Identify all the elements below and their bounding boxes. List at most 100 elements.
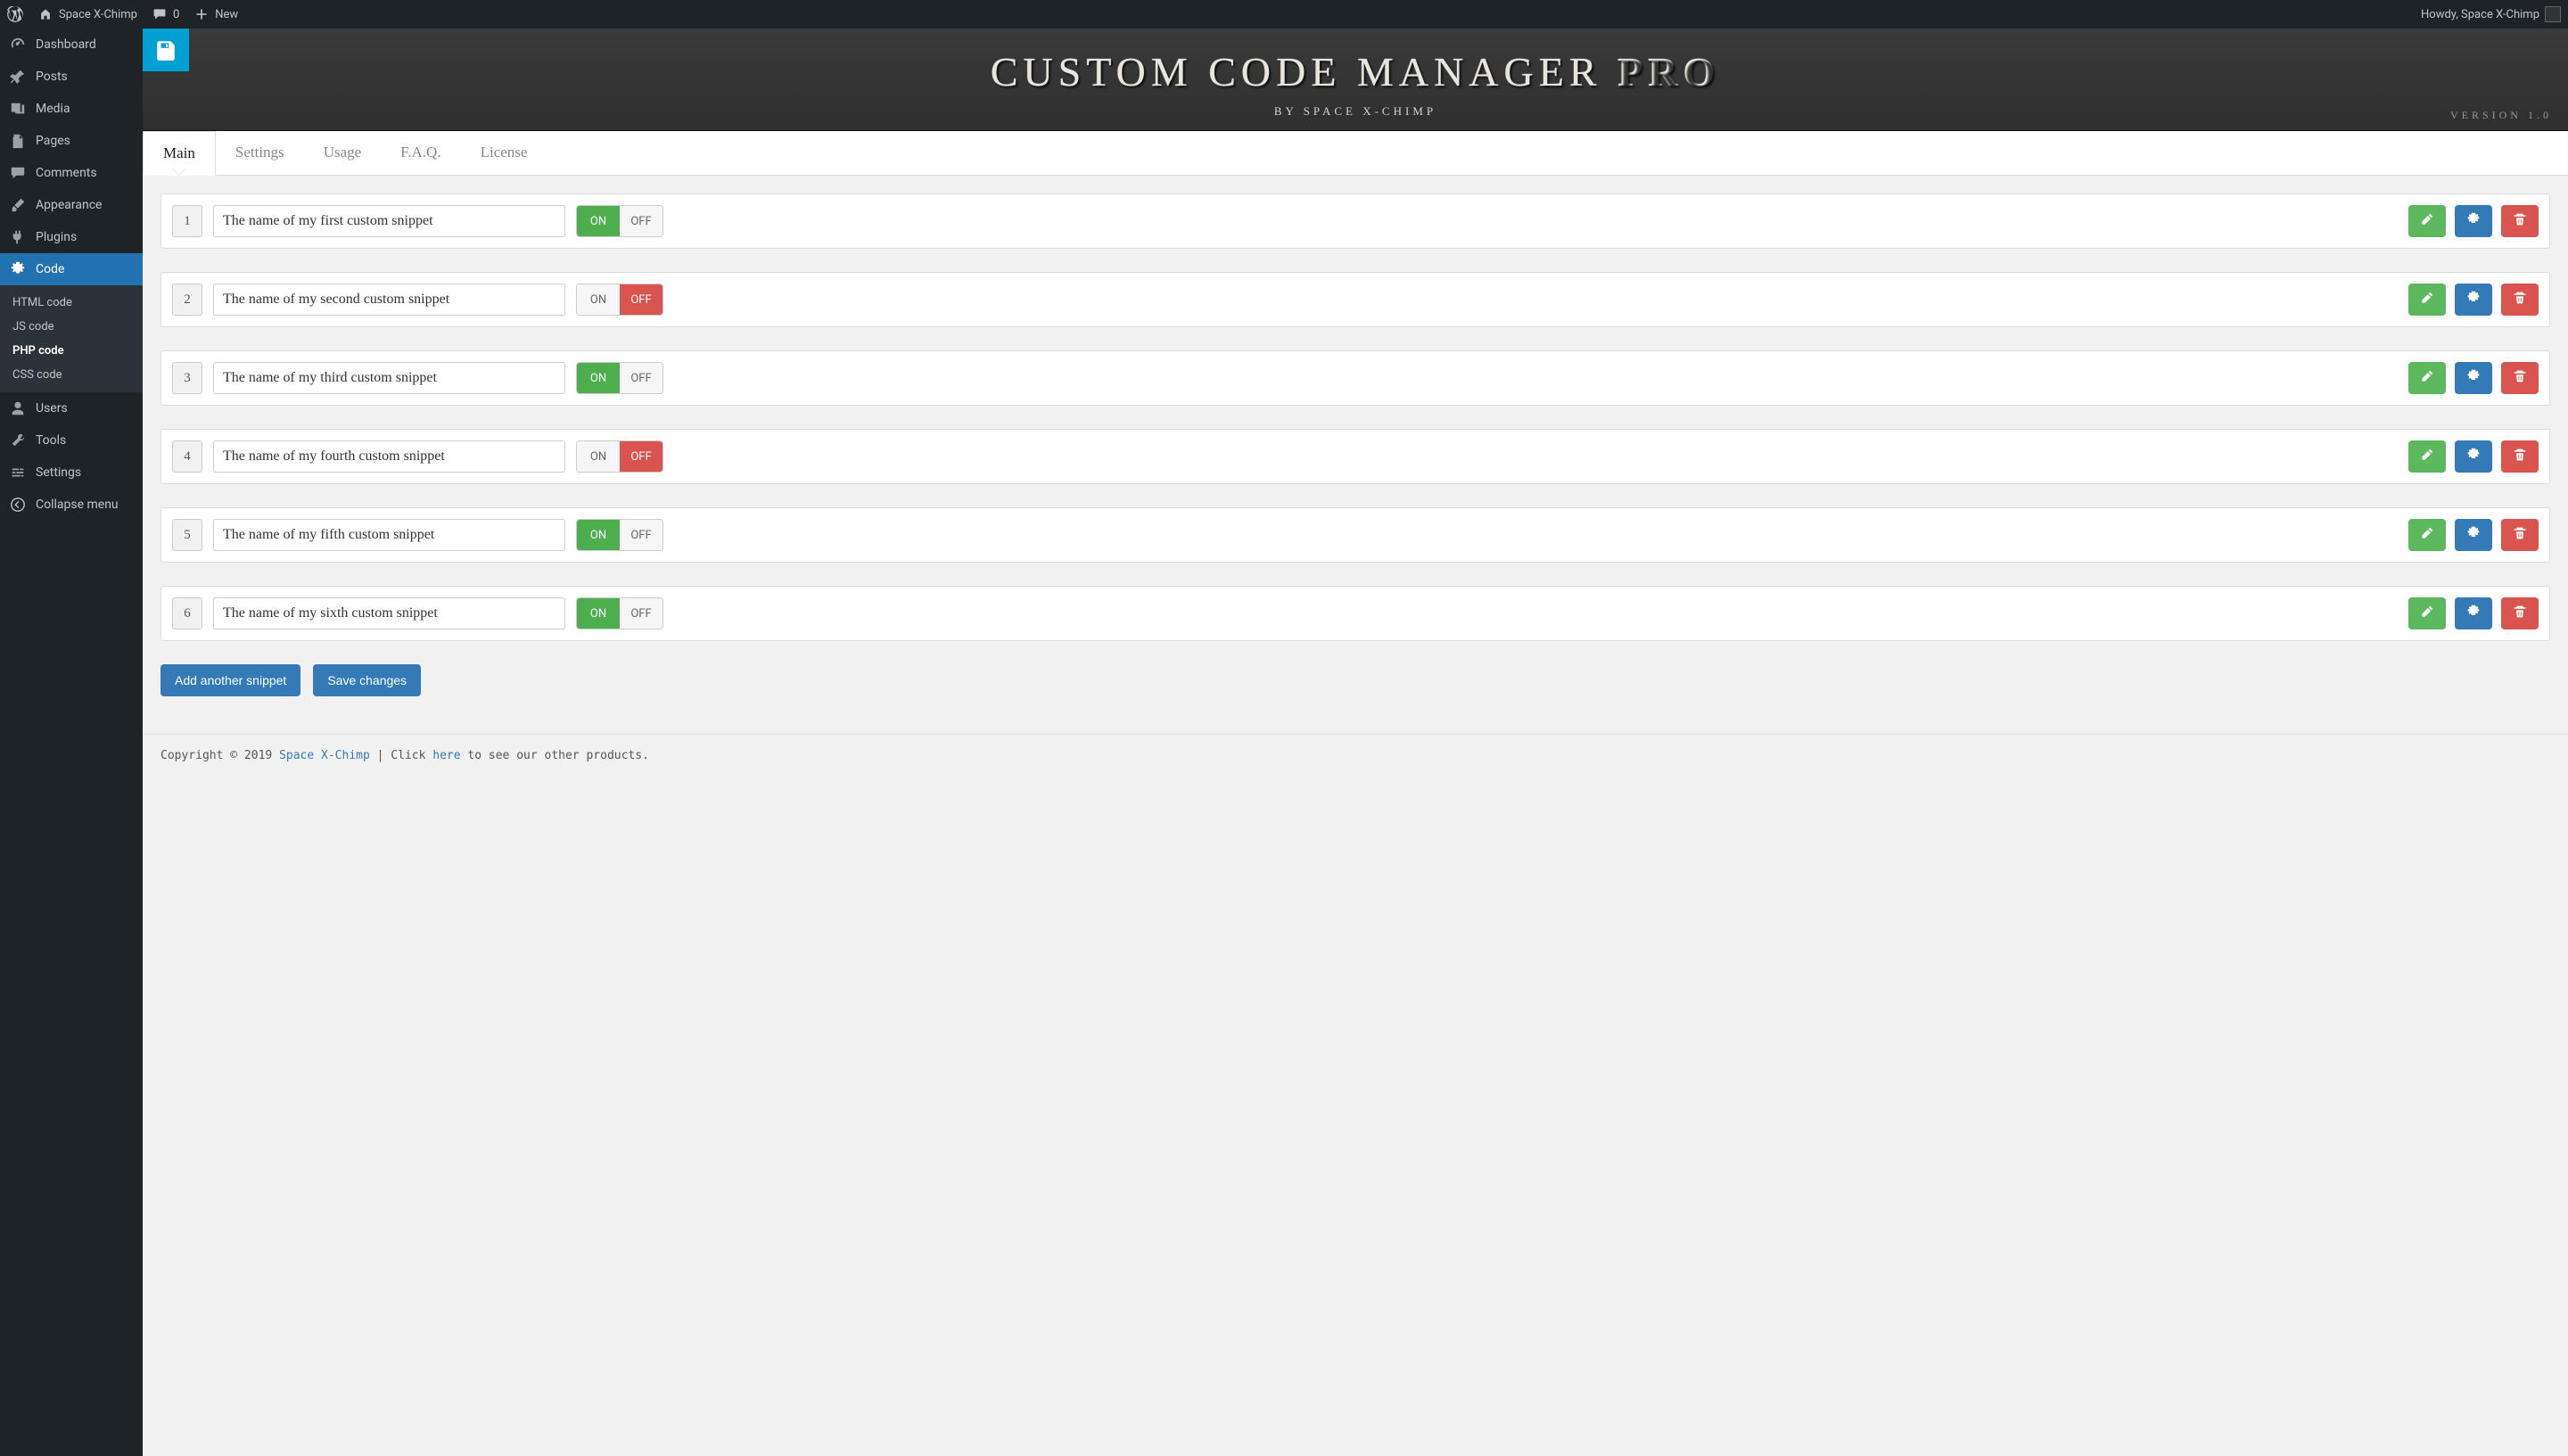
snippet-toggle[interactable]: ONOFF (576, 284, 663, 316)
settings-button[interactable] (2455, 519, 2492, 551)
footer: Copyright © 2019 Space X-Chimp | Click h… (143, 734, 2568, 777)
pencil-icon (2420, 448, 2434, 465)
tab-license[interactable]: License (461, 131, 547, 175)
plug-icon (9, 228, 27, 246)
sidebar-item-collapse-menu[interactable]: Collapse menu (0, 489, 143, 521)
site-link[interactable]: Space X-Chimp (37, 6, 137, 22)
submenu-item-html-code[interactable]: HTML code (0, 291, 143, 315)
page-subtitle: BY SPACE X-CHIMP (160, 104, 2550, 119)
submenu: HTML codeJS codePHP codeCSS code (0, 285, 143, 392)
footer-here-link[interactable]: here (432, 749, 460, 762)
trash-icon (2513, 369, 2527, 387)
edit-button[interactable] (2408, 284, 2446, 316)
sidebar-item-label: Comments (36, 166, 97, 180)
snippet-row: 2ONOFF (160, 272, 2550, 327)
tab-main[interactable]: Main (143, 131, 216, 176)
page-title: CUSTOM CODE MANAGER PRO (160, 48, 2550, 95)
new-label: New (215, 8, 238, 21)
save-floppy-button[interactable] (143, 29, 189, 71)
comments-link[interactable]: 0 (152, 6, 179, 22)
brush-icon (9, 196, 27, 214)
plus-icon (193, 6, 210, 22)
site-name: Space X-Chimp (59, 8, 137, 21)
snippet-name-input[interactable] (213, 284, 565, 316)
snippet-name-input[interactable] (213, 440, 565, 473)
edit-button[interactable] (2408, 362, 2446, 394)
sidebar-item-tools[interactable]: Tools (0, 424, 143, 457)
toggle-on[interactable]: ON (577, 598, 620, 629)
toggle-off[interactable]: OFF (620, 284, 663, 315)
wp-logo[interactable] (7, 6, 23, 22)
comments-count: 0 (173, 8, 179, 21)
media-icon (9, 100, 27, 118)
snippet-toggle[interactable]: ONOFF (576, 362, 663, 394)
snippet-toggle[interactable]: ONOFF (576, 205, 663, 237)
sidebar-item-label: Pages (36, 134, 70, 148)
edit-button[interactable] (2408, 597, 2446, 629)
toggle-off[interactable]: OFF (620, 363, 663, 393)
tab-usage[interactable]: Usage (304, 131, 381, 175)
delete-button[interactable] (2501, 284, 2539, 316)
save-changes-button[interactable]: Save changes (313, 664, 421, 696)
delete-button[interactable] (2501, 519, 2539, 551)
toggle-off[interactable]: OFF (620, 598, 663, 629)
snippet-actions (2408, 362, 2539, 394)
comment-icon (152, 6, 168, 22)
snippet-toggle[interactable]: ONOFF (576, 440, 663, 473)
delete-button[interactable] (2501, 205, 2539, 237)
snippet-number: 3 (172, 362, 202, 394)
toggle-on[interactable]: ON (577, 206, 620, 236)
dash-icon (9, 36, 27, 53)
sidebar-item-appearance[interactable]: Appearance (0, 189, 143, 221)
delete-button[interactable] (2501, 597, 2539, 629)
sidebar-item-label: Appearance (36, 198, 102, 212)
trash-icon (2513, 448, 2527, 465)
snippet-row: 1ONOFF (160, 193, 2550, 249)
sidebar-item-posts[interactable]: Posts (0, 61, 143, 93)
footer-brand-link[interactable]: Space X-Chimp (279, 749, 370, 762)
new-link[interactable]: New (193, 6, 238, 22)
sidebar-item-comments[interactable]: Comments (0, 157, 143, 189)
add-snippet-button[interactable]: Add another snippet (160, 664, 300, 696)
snippet-name-input[interactable] (213, 597, 565, 629)
snippet-name-input[interactable] (213, 519, 565, 551)
sidebar-item-settings[interactable]: Settings (0, 457, 143, 489)
sidebar-item-dashboard[interactable]: Dashboard (0, 29, 143, 61)
sidebar-item-users[interactable]: Users (0, 392, 143, 424)
sidebar-item-media[interactable]: Media (0, 93, 143, 125)
toggle-off[interactable]: OFF (620, 206, 663, 236)
tab-settings[interactable]: Settings (216, 131, 304, 175)
submenu-item-css-code[interactable]: CSS code (0, 363, 143, 387)
delete-button[interactable] (2501, 362, 2539, 394)
settings-button[interactable] (2455, 440, 2492, 473)
delete-button[interactable] (2501, 440, 2539, 473)
toggle-off[interactable]: OFF (620, 441, 663, 472)
toggle-on[interactable]: ON (577, 520, 620, 550)
edit-button[interactable] (2408, 440, 2446, 473)
sidebar-item-pages[interactable]: Pages (0, 125, 143, 157)
settings-button[interactable] (2455, 284, 2492, 316)
settings-button[interactable] (2455, 362, 2492, 394)
edit-button[interactable] (2408, 205, 2446, 237)
sidebar-item-label: Media (36, 102, 70, 116)
settings-button[interactable] (2455, 597, 2492, 629)
sidebar-item-code[interactable]: Code (0, 253, 143, 285)
toggle-off[interactable]: OFF (620, 520, 663, 550)
howdy-link[interactable]: Howdy, Space X-Chimp (2421, 6, 2561, 22)
snippet-toggle[interactable]: ONOFF (576, 597, 663, 629)
settings-button[interactable] (2455, 205, 2492, 237)
snippet-name-input[interactable] (213, 362, 565, 394)
gear-icon (2466, 605, 2481, 622)
tab-faq[interactable]: F.A.Q. (381, 131, 460, 175)
toggle-on[interactable]: ON (577, 363, 620, 393)
snippet-toggle[interactable]: ONOFF (576, 519, 663, 551)
sidebar-item-plugins[interactable]: Plugins (0, 221, 143, 253)
toggle-on[interactable]: ON (577, 441, 620, 472)
snippet-name-input[interactable] (213, 205, 565, 237)
submenu-item-js-code[interactable]: JS code (0, 315, 143, 339)
toggle-on[interactable]: ON (577, 284, 620, 315)
submenu-item-php-code[interactable]: PHP code (0, 339, 143, 363)
howdy-text: Howdy, Space X-Chimp (2421, 8, 2539, 21)
snippet-number: 5 (172, 519, 202, 551)
edit-button[interactable] (2408, 519, 2446, 551)
